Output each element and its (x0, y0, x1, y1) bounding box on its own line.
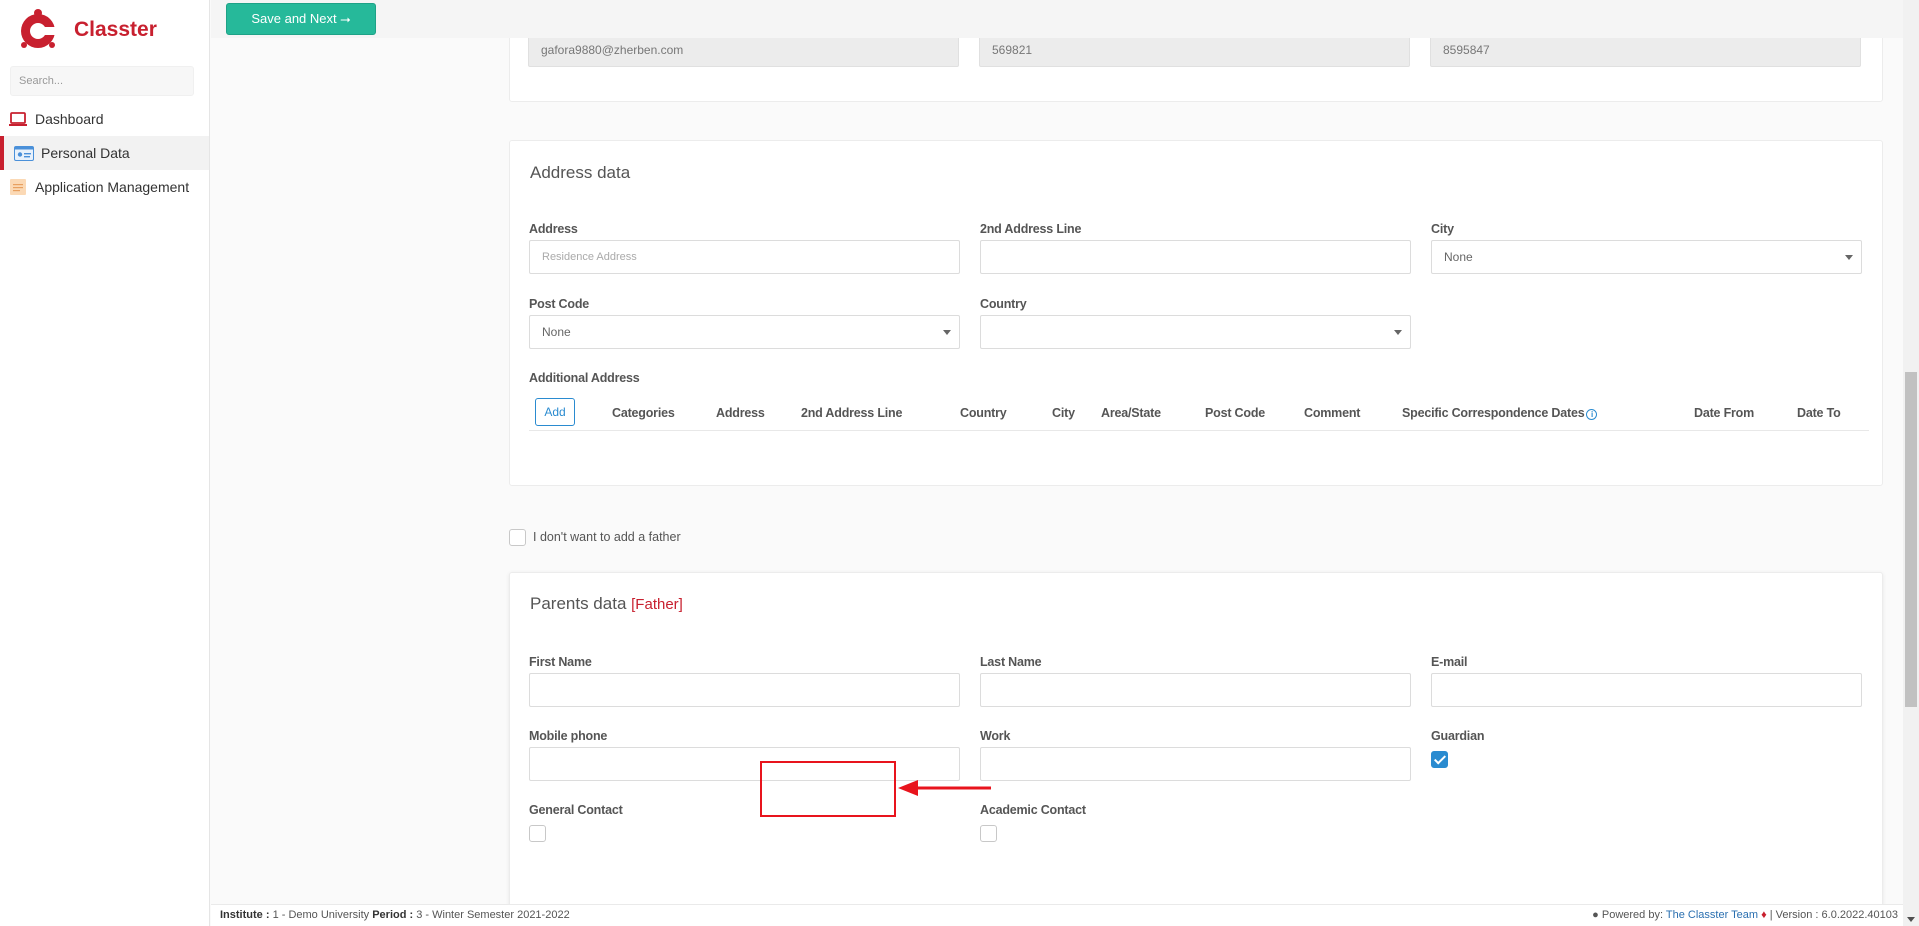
address2-label: 2nd Address Line (980, 222, 1082, 236)
sidebar-search-input[interactable]: Search... (10, 66, 194, 96)
copyright-icon: ● (1592, 909, 1599, 921)
column-header[interactable]: Address (716, 406, 765, 420)
column-header-specific-dates[interactable]: Specific Correspondence Dates i (1402, 406, 1598, 420)
column-header[interactable]: Post Code (1205, 406, 1265, 420)
column-header[interactable]: 2nd Address Line (801, 406, 902, 420)
institute-value: 1 - Demo University (272, 909, 370, 921)
first-name-label: First Name (529, 655, 592, 669)
city-select[interactable]: None (1431, 240, 1862, 274)
period-value: 3 - Winter Semester 2021-2022 (416, 909, 570, 921)
sidebar: Classter Search... Dashboard Personal Da… (0, 0, 210, 926)
no-father-label: I don't want to add a father (533, 530, 681, 544)
mobile-label: Mobile phone (529, 729, 608, 743)
add-address-button[interactable]: Add (535, 398, 575, 426)
parents-title-text: Parents data (530, 594, 627, 613)
column-header[interactable]: City (1052, 406, 1075, 420)
column-header[interactable]: Date From (1694, 406, 1754, 420)
email-field[interactable]: gafora9880@zherben.com (528, 38, 959, 67)
powered-by-label: Powered by: (1601, 909, 1664, 921)
additional-address-table-header: Add Categories Address 2nd Address Line … (529, 391, 1869, 431)
additional-address-label: Additional Address (529, 371, 640, 385)
sidebar-item-personal-data[interactable]: Personal Data (0, 136, 209, 170)
classter-small-logo-icon: ♦ (1761, 909, 1767, 921)
column-header[interactable]: Area/State (1101, 406, 1161, 420)
father-tag: [Father] (631, 596, 683, 613)
version-text: | Version : 6.0.2022.40103 (1769, 909, 1898, 921)
chevron-down-icon (943, 330, 951, 335)
general-contact-label: General Contact (529, 803, 623, 817)
parents-card-title: Parents data [Father] (530, 594, 683, 614)
contact-field-2[interactable]: 569821 (979, 38, 1410, 67)
footer-credits: ● Powered by: The Classter Team ♦ | Vers… (1592, 909, 1898, 921)
guardian-label: Guardian (1431, 729, 1485, 743)
postcode-select-value: None (542, 325, 571, 339)
classter-logo-icon (18, 8, 58, 52)
sidebar-nav: Dashboard Personal Data Application Mana… (0, 102, 209, 204)
general-contact-checkbox[interactable] (529, 825, 546, 842)
sidebar-item-application-management[interactable]: Application Management (0, 170, 209, 204)
address2-input[interactable] (980, 240, 1411, 274)
parents-card: Parents data [Father] First Name Last Na… (509, 572, 1883, 904)
column-header[interactable]: Country (960, 406, 1007, 420)
top-toolbar: Save and Next ⭢ (211, 0, 1919, 38)
no-father-checkbox[interactable] (509, 529, 526, 546)
scrollbar-thumb[interactable] (1905, 372, 1917, 707)
id-card-icon (14, 145, 34, 161)
contact-field-3[interactable]: 8595847 (1430, 38, 1861, 67)
annotation-arrow-icon (898, 780, 991, 796)
sidebar-item-label: Dashboard (35, 111, 104, 127)
page-scrollbar[interactable] (1903, 0, 1919, 926)
institute-label: Institute : (220, 909, 270, 921)
sidebar-item-label: Personal Data (41, 145, 130, 161)
work-label: Work (980, 729, 1011, 743)
brand[interactable]: Classter (0, 0, 209, 60)
academic-contact-label: Academic Contact (980, 803, 1086, 817)
work-input[interactable] (980, 747, 1411, 781)
academic-contact-checkbox[interactable] (980, 825, 997, 842)
column-header[interactable]: Comment (1304, 406, 1360, 420)
annotation-highlight-box (760, 761, 896, 817)
brand-name: Classter (74, 18, 157, 41)
address-card-title: Address data (530, 163, 631, 182)
column-header[interactable]: Date To (1797, 406, 1841, 420)
parent-email-input[interactable] (1431, 673, 1862, 707)
city-select-value: None (1444, 250, 1473, 264)
guardian-checkbox[interactable] (1431, 751, 1448, 768)
email-label: E-mail (1431, 655, 1468, 669)
country-select[interactable] (980, 315, 1411, 349)
address-label: Address (529, 222, 578, 236)
save-and-next-button[interactable]: Save and Next ⭢ (226, 3, 376, 35)
postcode-label: Post Code (529, 297, 590, 311)
postcode-select[interactable]: None (529, 315, 960, 349)
city-label: City (1431, 222, 1454, 236)
footer: Institute : 1 - Demo University Period :… (211, 904, 1903, 926)
footer-context: Institute : 1 - Demo University Period :… (220, 909, 570, 921)
last-name-input[interactable] (980, 673, 1411, 707)
sidebar-item-dashboard[interactable]: Dashboard (0, 102, 209, 136)
column-header[interactable]: Categories (612, 406, 675, 420)
period-label: Period : (372, 909, 414, 921)
sidebar-item-label: Application Management (35, 179, 190, 195)
last-name-label: Last Name (980, 655, 1042, 669)
laptop-icon (8, 111, 28, 127)
address-input[interactable]: Residence Address (529, 240, 960, 274)
chevron-down-icon (1394, 330, 1402, 335)
scroll-down-arrow-icon[interactable] (1907, 917, 1915, 922)
chevron-down-icon (1845, 255, 1853, 260)
address-card: Address data Address Residence Address 2… (509, 140, 1883, 486)
column-header-label: Specific Correspondence Dates (1402, 406, 1585, 420)
country-label: Country (980, 297, 1027, 311)
info-icon[interactable]: i (1586, 409, 1598, 420)
document-icon (8, 179, 28, 195)
classter-team-link[interactable]: The Classter Team (1666, 909, 1758, 921)
first-name-input[interactable] (529, 673, 960, 707)
contact-card: gafora9880@zherben.com 569821 8595847 (509, 38, 1883, 102)
main-content: gafora9880@zherben.com 569821 8595847 Ad… (211, 38, 1903, 904)
